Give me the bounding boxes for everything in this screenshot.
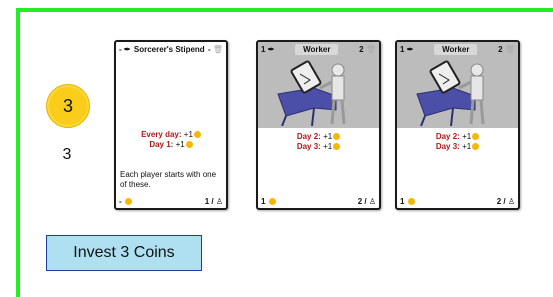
card-cost: 1 ✒ <box>400 44 414 54</box>
card-footer-left: - <box>119 197 132 206</box>
coin-count: 3 <box>62 146 72 163</box>
card-footer: 1 2 / ♙ <box>400 196 515 206</box>
coin-icon <box>333 143 341 150</box>
coin-icon: 3 <box>46 84 90 128</box>
card-header: - ✒ Sorcerer's Stipend - 🗑 <box>116 42 226 56</box>
card-title: Sorcerer's Stipend <box>133 44 205 54</box>
card-title: Worker <box>295 43 339 55</box>
coin-icon <box>472 133 480 140</box>
card-slot: - 🗑 <box>207 44 223 54</box>
quill-icon: ✒ <box>123 44 131 54</box>
effect-line: Day 3: +1 <box>397 142 518 152</box>
card-title: Worker <box>434 43 478 55</box>
effect-line: Day 2: +1 <box>258 132 379 142</box>
frame-top-border <box>16 8 553 12</box>
card-description: Each player starts with one of these. <box>120 170 217 189</box>
effect-line: Day 1: +1 <box>116 140 226 150</box>
card-worker[interactable]: 1 ✒ Worker 2 🗑 Day 2: +1 Day 3: +1 1 2 /… <box>256 40 381 210</box>
card-cost: 1 ✒ <box>261 44 275 54</box>
coin-icon <box>124 197 132 205</box>
coin-value: 3 <box>62 95 73 116</box>
card-footer-left: 1 <box>400 197 415 206</box>
card-cost: - ✒ <box>119 44 131 54</box>
card-slot: 2 🗑 <box>359 44 376 54</box>
card-footer: - 1 / ♙ <box>119 196 223 206</box>
card-effects: Every day: +1 Day 1: +1 <box>116 130 226 150</box>
card-footer: 1 2 / ♙ <box>261 196 376 206</box>
coin-icon <box>185 141 193 148</box>
card-footer-right: 2 / ♙ <box>496 196 515 206</box>
card-effects: Day 2: +1 Day 3: +1 <box>397 132 518 152</box>
coin-icon <box>333 133 341 140</box>
quill-icon: ✒ <box>406 44 414 54</box>
card-slot: 2 🗑 <box>498 44 515 54</box>
trash-icon: 🗑 <box>504 44 515 54</box>
coin-icon <box>193 131 201 138</box>
coin-icon <box>268 197 276 205</box>
effect-line: Day 2: +1 <box>397 132 518 142</box>
figure-icon: ♙ <box>368 196 376 206</box>
worker-illustration <box>416 60 485 126</box>
invest-coins-button[interactable]: Invest 3 Coins <box>46 235 202 271</box>
card-header: 1 ✒ Worker 2 🗑 <box>397 42 518 56</box>
card-footer-left: 1 <box>261 197 276 206</box>
trash-icon: 🗑 <box>212 44 223 54</box>
card-sorcerers-stipend[interactable]: - ✒ Sorcerer's Stipend - 🗑 Every day: +1… <box>114 40 228 210</box>
worker-illustration <box>277 60 346 126</box>
card-worker[interactable]: 1 ✒ Worker 2 🗑 Day 2: +1 Day 3: +1 1 2 /… <box>395 40 520 210</box>
figure-icon: ♙ <box>215 196 223 206</box>
coin-icon <box>407 197 415 205</box>
card-footer-right: 2 / ♙ <box>357 196 376 206</box>
card-header: 1 ✒ Worker 2 🗑 <box>258 42 379 56</box>
card-effects: Day 2: +1 Day 3: +1 <box>258 132 379 152</box>
card-footer-right: 1 / ♙ <box>204 196 223 206</box>
trash-icon: 🗑 <box>365 44 376 54</box>
quill-icon: ✒ <box>267 44 275 54</box>
frame-left-border <box>16 8 20 297</box>
effect-line: Day 3: +1 <box>258 142 379 152</box>
coin-icon <box>472 143 480 150</box>
effect-line: Every day: +1 <box>116 130 226 140</box>
figure-icon: ♙ <box>507 196 515 206</box>
